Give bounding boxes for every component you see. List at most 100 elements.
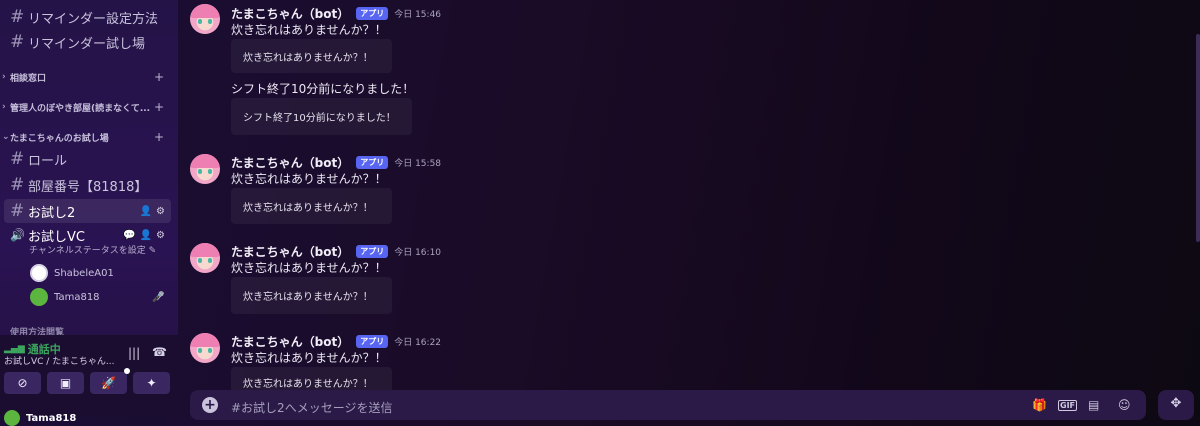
soundboard-button[interactable]: ✦ [133,372,170,394]
chevron-right-icon: › [2,72,6,82]
message-embed: 炊き忘れはありませんか？！ [231,188,392,224]
rocket-icon: 🚀 [101,376,116,390]
avatar [30,288,48,306]
screen-share-button[interactable]: ▣ [47,372,84,394]
chat-icon[interactable]: 💬 [123,230,135,241]
user-panel-name: Tama818 [26,412,77,424]
add-user-icon[interactable]: 👤 [140,206,152,217]
message-embed: 炊き忘れはありませんか？！ [231,277,392,314]
message-header: たまこちゃん（bot） アプリ 今日 16:10 [231,243,441,260]
message-text: 炊き忘れはありませんか？！ [231,351,387,365]
category-label: 使用方法閲覧 [10,327,65,336]
voice-user[interactable]: Tama818 🎤̸ [30,288,164,306]
voice-user-name: Tama818 [54,291,100,303]
mic-muted-icon: 🎤̸ [152,291,165,303]
channel-label: お試し2 [28,205,76,221]
hash-icon: # [10,32,25,52]
message-text: 炊き忘れはありませんか？！ [231,261,387,275]
sticker-icon[interactable]: ▤ [1088,398,1099,412]
channel-status[interactable]: チャンネルステータスを設定 ✎ [29,243,156,256]
gif-button[interactable]: GIF [1058,400,1078,411]
avatar [4,410,20,426]
voice-connection-panel: ▂▄▆ 通話中 お試しVC / たまこちゃん... ||| ☎ ⊘ ▣ 🚀 ✦ … [0,335,178,426]
scrollbar[interactable] [1196,34,1200,242]
emoji-icon[interactable]: ☺ [1118,398,1131,412]
gear-icon[interactable]: ⚙ [156,206,165,217]
channel-label: リマインダー試し場 [28,36,146,52]
signal-icon: ▂▄▆ [4,344,25,354]
timestamp: 今日 16:10 [394,248,442,258]
add-channel-icon[interactable]: + [154,130,164,144]
disconnect-icon[interactable]: ☎ [152,345,167,359]
connection-location[interactable]: お試しVC / たまこちゃん... [4,354,115,367]
category-tamako[interactable]: ⌄ たまこちゃんのお試し場 + [2,129,170,145]
gear-icon[interactable]: ⚙ [156,230,165,241]
category-admin[interactable]: › 管理人のぼやき部屋(読まなくて... + [2,99,170,115]
avatar[interactable] [190,154,220,184]
message-text: 炊き忘れはありませんか？！ [231,172,387,186]
avatar[interactable] [190,333,220,363]
channel-reminder-settings[interactable]: # リマインダー設定方法 [4,5,171,29]
avatar[interactable] [190,4,220,34]
noise-suppression-icon[interactable]: ||| [128,346,140,360]
voice-user[interactable]: ShabeleA01 [30,264,114,282]
apps-icon: ✥ [1170,396,1182,411]
gift-icon[interactable]: 🎁 [1032,398,1047,412]
category-label: 相談窓口 [10,73,47,84]
add-channel-icon[interactable]: + [154,100,164,114]
add-user-icon[interactable]: 👤 [140,230,152,241]
message-embed: シフト終了10分前になりました！ [231,98,412,135]
user-panel[interactable]: Tama818 [4,410,76,426]
chevron-down-icon: ⌄ [2,132,10,142]
hash-icon: # [10,7,25,27]
timestamp: 今日 15:58 [394,159,442,169]
author-name[interactable]: たまこちゃん（bot） [231,333,349,350]
message-header: たまこちゃん（bot） アプリ 今日 16:22 [231,333,441,350]
message-header: たまこちゃん（bot） アプリ 今日 15:46 [231,5,441,22]
channel-otameshi2[interactable]: # お試し2 👤 ⚙ [4,199,171,223]
channel-label: リマインダー設定方法 [28,11,159,27]
channel-sidebar: # リマインダー設定方法 # リマインダー試し場 › 相談窓口 + › 管理人の… [0,0,178,426]
channel-role[interactable]: # ロール [4,147,171,171]
screen-share-icon: ▣ [59,376,72,390]
add-attachment-button[interactable]: + [202,397,218,413]
category-usage[interactable]: 使用方法閲覧 [2,327,170,336]
message-text: シフト終了10分前になりました！ [231,82,415,96]
voice-channel-label: お試しVC [28,229,85,245]
channel-label: 部屋番号【81818】 [28,179,148,195]
camera-off-icon: ⊘ [17,376,28,390]
activity-button[interactable]: 🚀 [90,368,130,394]
message-header: たまこちゃん（bot） アプリ 今日 15:58 [231,154,441,171]
chevron-right-icon: › [2,102,6,112]
author-name[interactable]: たまこちゃん（bot） [231,154,349,171]
timestamp: 今日 16:22 [394,338,442,348]
notification-dot [124,368,130,374]
hash-icon: # [10,201,25,221]
channel-label: ロール [28,153,68,169]
avatar[interactable] [190,243,220,273]
speaker-icon: 🔊 [10,228,25,242]
category-label: たまこちゃんのお試し場 [10,133,109,144]
camera-button[interactable]: ⊘ [4,372,41,394]
add-channel-icon[interactable]: + [154,70,164,84]
soundboard-icon: ✦ [146,376,157,390]
pencil-icon: ✎ [148,246,157,256]
timestamp: 今日 15:46 [394,10,442,20]
app-badge: アプリ [356,7,389,20]
category-consult[interactable]: › 相談窓口 + [2,69,170,85]
hash-icon: # [10,149,25,169]
voice-channel[interactable]: 🔊 お試しVC 💬 👤 ⚙ [4,225,171,245]
message-text: 炊き忘れはありませんか？！ [231,23,387,37]
hash-icon: # [10,175,25,195]
channel-reminder-test[interactable]: # リマインダー試し場 [4,30,171,54]
voice-user-name: ShabeleA01 [54,267,114,279]
author-name[interactable]: たまこちゃん（bot） [231,5,349,22]
message-embed: 炊き忘れはありませんか？！ [231,39,392,73]
channel-room-number[interactable]: # 部屋番号【81818】 [4,173,171,197]
author-name[interactable]: たまこちゃん（bot） [231,243,349,260]
app-badge: アプリ [356,335,389,348]
app-badge: アプリ [356,156,389,169]
chat-area: たまこちゃん（bot） アプリ 今日 15:46 炊き忘れはありませんか？！ 炊… [178,0,1200,420]
category-label: 管理人のぼやき部屋(読まなくて... [10,103,151,114]
message-input[interactable]: #お試し2へメッセージを送信 [231,399,392,416]
